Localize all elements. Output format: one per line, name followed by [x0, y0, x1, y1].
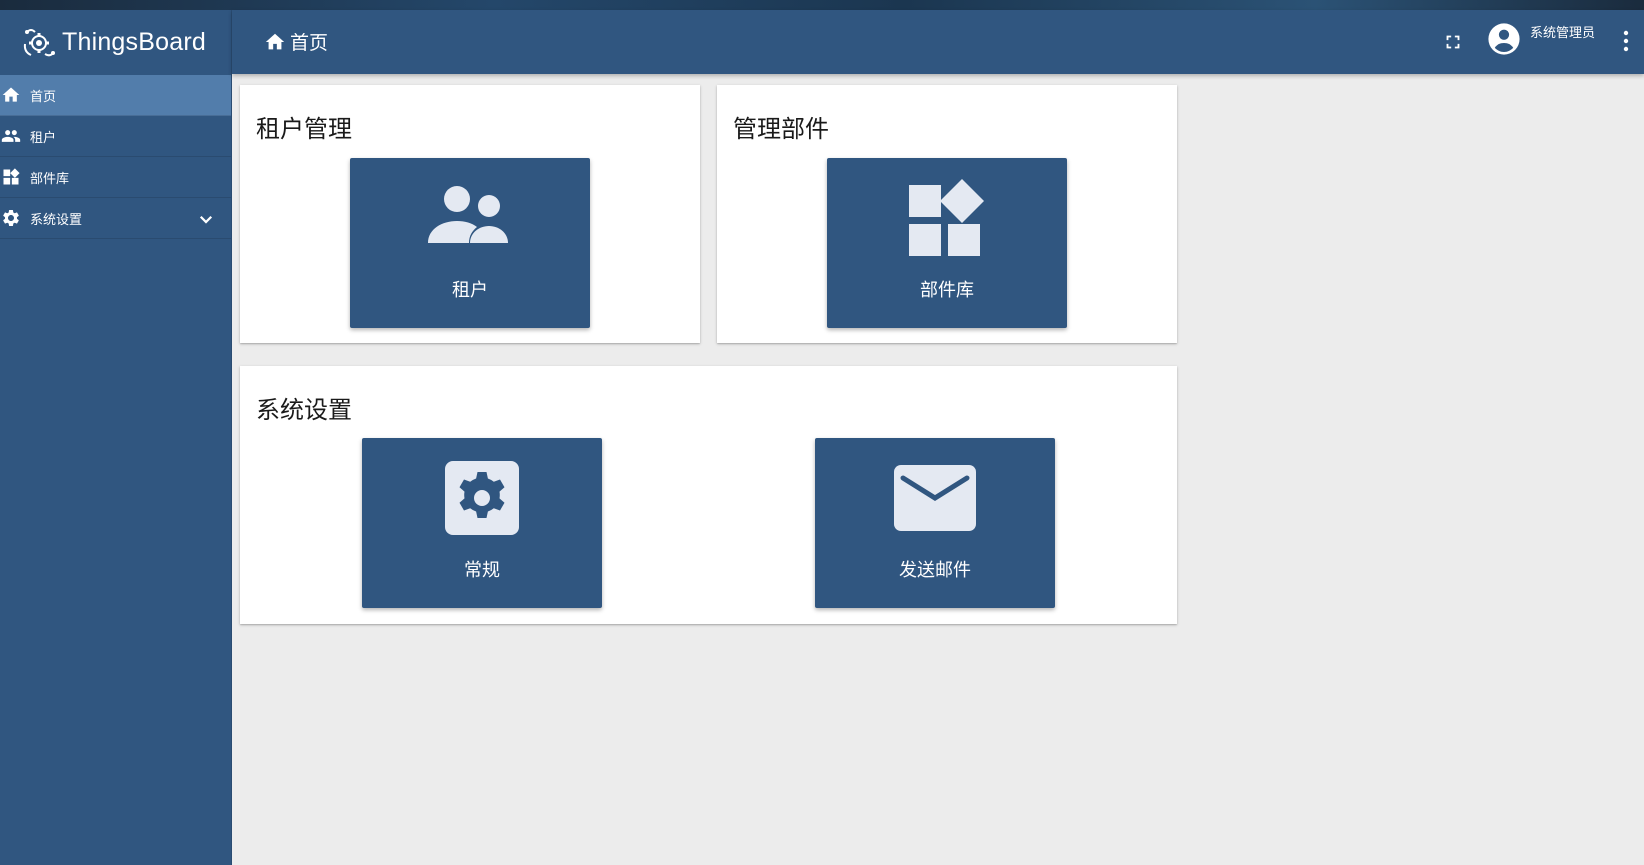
- sidebar-item-label: 首页: [30, 89, 57, 105]
- sidebar-item-system-settings[interactable]: 系统设置: [0, 198, 231, 239]
- gear-icon: [1, 208, 21, 228]
- app-name: ThingsBoard: [62, 27, 206, 56]
- sidebar-item-label: 部件库: [30, 171, 70, 187]
- breadcrumb[interactable]: 首页: [264, 28, 328, 55]
- account-circle-icon[interactable]: [1487, 22, 1521, 56]
- card-title: 系统设置: [256, 396, 352, 424]
- tile-general-settings[interactable]: 常规: [362, 438, 602, 608]
- widgets-icon: [1, 167, 21, 187]
- tile-widgets-library[interactable]: 部件库: [827, 158, 1067, 328]
- top-toolbar: 首页 系统管理员: [232, 10, 1644, 74]
- sidebar-item-home[interactable]: 首页: [0, 75, 231, 116]
- card-title: 管理部件: [733, 115, 829, 143]
- sidebar-item-label: 系统设置: [30, 212, 83, 228]
- widgets-icon: [827, 168, 1067, 268]
- home-icon: [1, 85, 21, 105]
- sidebar-item-tenants[interactable]: 租户: [0, 116, 231, 157]
- tile-tenants[interactable]: 租户: [350, 158, 590, 328]
- window-top-strip: [0, 0, 1644, 10]
- user-name[interactable]: 系统管理员: [1530, 22, 1595, 41]
- tile-label: 租户: [452, 280, 488, 301]
- app-logo[interactable]: ThingsBoard: [0, 10, 231, 74]
- sidebar-item-label: 租户: [30, 130, 57, 146]
- breadcrumb-label: 首页: [290, 32, 329, 54]
- more-vert-icon[interactable]: [1614, 28, 1638, 54]
- tile-label: 部件库: [920, 280, 974, 301]
- sidebar-item-widgets[interactable]: 部件库: [0, 157, 231, 198]
- card-system-settings: 系统设置 常规 发送邮件: [240, 366, 1177, 624]
- thingsboard-logo-icon: [20, 23, 58, 61]
- people-icon: [350, 168, 590, 268]
- chevron-down-icon[interactable]: [197, 210, 215, 228]
- fullscreen-icon[interactable]: [1442, 31, 1464, 53]
- sidebar-nav: 首页 租户 部件库 系统设置: [0, 75, 231, 239]
- tile-send-mail[interactable]: 发送邮件: [815, 438, 1055, 608]
- card-title: 租户管理: [256, 115, 352, 143]
- tile-label: 常规: [464, 560, 500, 581]
- card-tenant-management: 租户管理 租户: [240, 85, 700, 343]
- tile-label: 发送邮件: [899, 560, 971, 581]
- mail-icon: [815, 448, 1055, 548]
- sidebar: ThingsBoard 首页 租户 部件库 系统设置: [0, 10, 232, 865]
- people-icon: [1, 126, 21, 146]
- gear-icon: [362, 448, 602, 548]
- home-icon: [265, 33, 285, 49]
- card-widget-management: 管理部件 部件库: [717, 85, 1177, 343]
